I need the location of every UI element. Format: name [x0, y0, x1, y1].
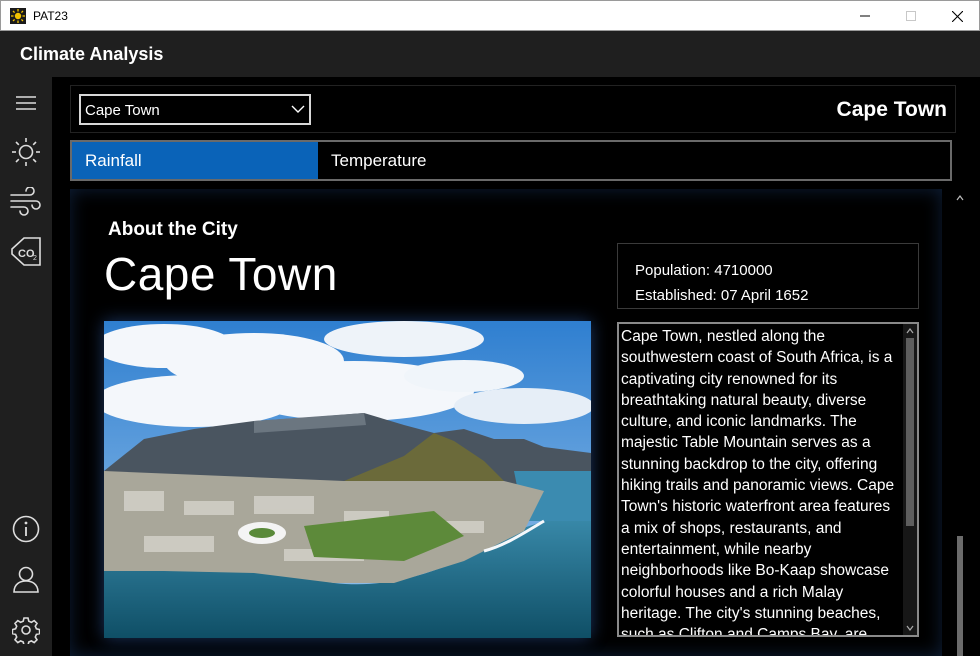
city-name-title: Cape Town: [104, 248, 338, 300]
maximize-button[interactable]: [888, 1, 934, 31]
app-title: Climate Analysis: [20, 44, 164, 64]
app-logo-icon: [10, 8, 26, 24]
maximize-icon: [906, 11, 916, 21]
co2-icon: CO 2: [11, 237, 41, 266]
city-photo: [104, 321, 591, 638]
city-dropdown[interactable]: Cape Town: [79, 94, 311, 125]
description-scrollbar[interactable]: [903, 324, 917, 635]
svg-text:2: 2: [33, 255, 37, 262]
tab-temperature[interactable]: Temperature: [318, 142, 950, 179]
scroll-up-icon[interactable]: [905, 326, 915, 336]
window-title-bar: PAT23: [0, 0, 980, 31]
city-description-text: Cape Town, nestled along the southwester…: [621, 328, 895, 637]
app-header: Climate Analysis: [0, 31, 980, 77]
city-dropdown-value: Cape Town: [85, 102, 160, 119]
sun-icon: [12, 138, 40, 166]
population-text: Population: 4710000: [635, 262, 773, 279]
selected-city-heading: Cape Town: [836, 98, 947, 121]
established-text: Established: 07 April 1652: [635, 287, 809, 304]
about-heading: About the City: [108, 219, 238, 240]
hamburger-menu-icon: [16, 96, 36, 110]
co2-nav-button[interactable]: CO 2: [0, 227, 52, 275]
about-city-panel: About the City Cape Town Population: 471…: [70, 189, 942, 656]
scroll-down-icon[interactable]: [905, 623, 915, 633]
city-description-box[interactable]: Cape Town, nestled along the southwester…: [617, 322, 919, 637]
close-button[interactable]: [934, 1, 980, 31]
navigation-rail: CO 2: [0, 77, 52, 656]
page-scrollbar[interactable]: [954, 189, 966, 656]
wind-icon: [10, 187, 41, 216]
page-scroll-thumb[interactable]: [957, 536, 963, 656]
info-icon: [12, 515, 40, 543]
window-title: PAT23: [33, 9, 68, 23]
settings-nav-button[interactable]: [0, 606, 52, 654]
description-scroll-thumb[interactable]: [906, 338, 914, 526]
main-panel: Cape Town Cape Town Rainfall Temperature…: [52, 77, 980, 656]
close-icon: [951, 10, 963, 22]
scroll-up-icon[interactable]: [956, 195, 964, 201]
hamburger-menu-button[interactable]: [0, 79, 52, 127]
minimize-icon: [860, 15, 870, 17]
account-nav-button[interactable]: [0, 555, 52, 603]
user-icon: [13, 566, 39, 593]
wind-nav-button[interactable]: [0, 178, 52, 226]
weather-nav-button[interactable]: [0, 128, 52, 176]
tab-strip: Rainfall Temperature: [70, 140, 952, 181]
tab-rainfall[interactable]: Rainfall: [72, 142, 318, 179]
gear-icon: [12, 617, 40, 644]
minimize-button[interactable]: [842, 1, 888, 31]
city-facts-box: Population: 4710000 Established: 07 Apri…: [617, 243, 919, 309]
city-selector-bar: Cape Town Cape Town: [70, 85, 956, 133]
info-nav-button[interactable]: [0, 505, 52, 553]
chevron-down-icon: [291, 105, 305, 113]
